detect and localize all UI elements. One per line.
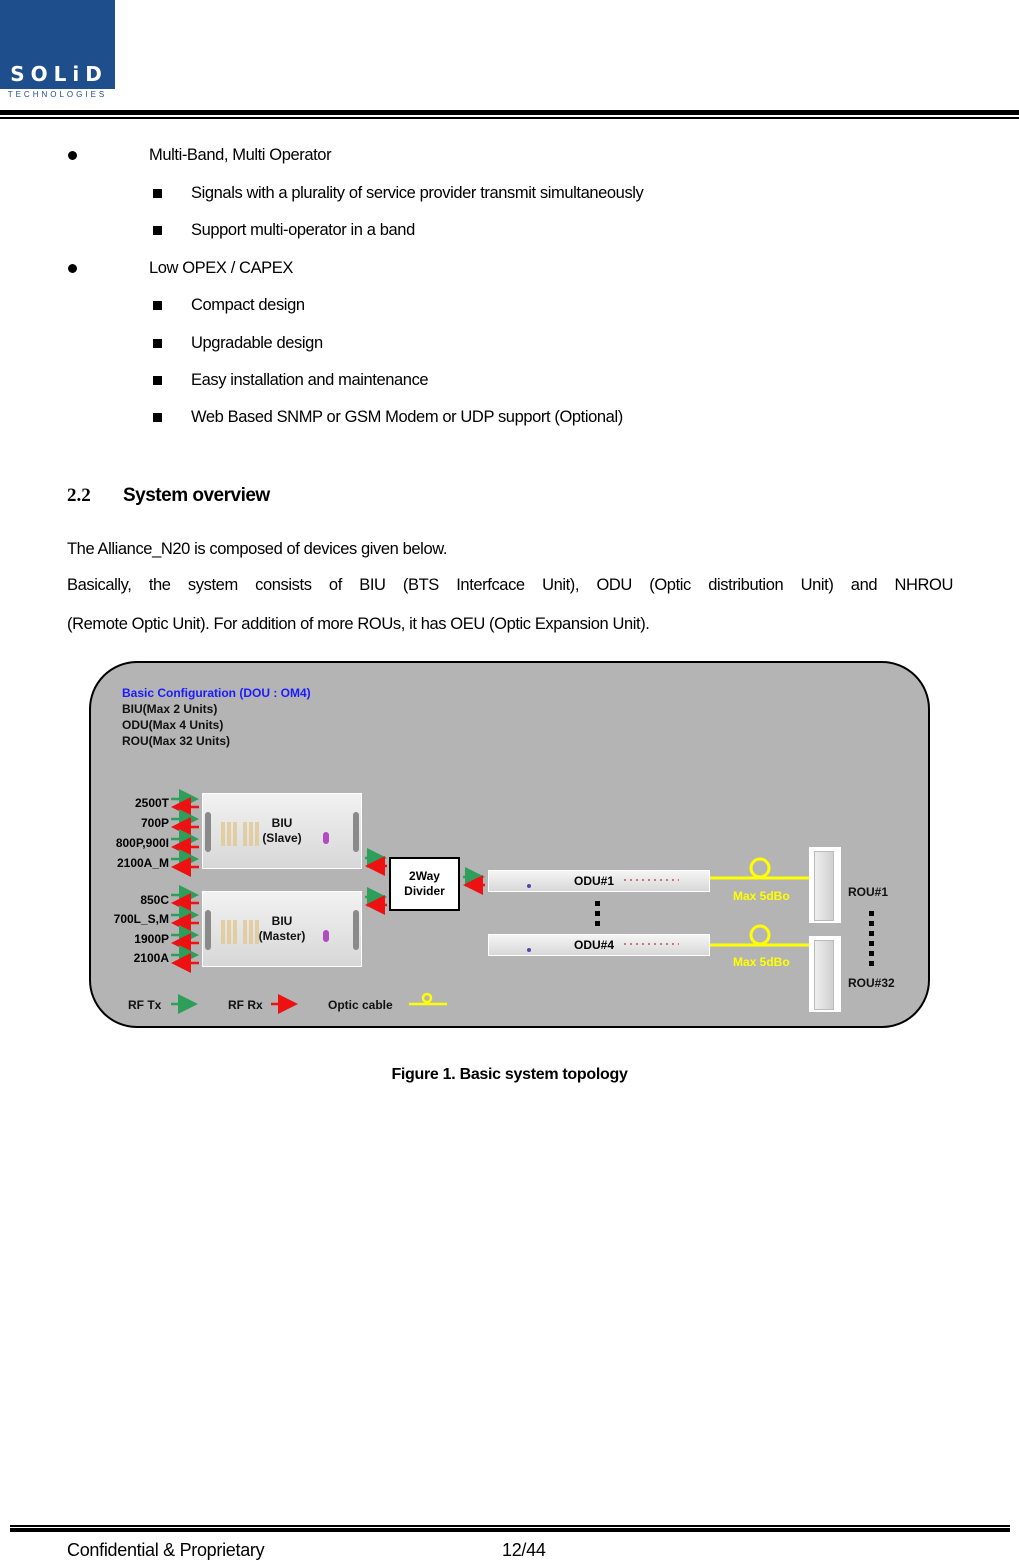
bullet-square-icon: [153, 376, 162, 385]
footer-rule-thin: [10, 1525, 1010, 1527]
feature-sublabel: Signals with a plurality of service prov…: [191, 184, 644, 202]
feature-subitem: Easy installation and maintenance: [153, 371, 429, 390]
odu-label: ODU#4: [574, 938, 615, 952]
bullet-dot-icon: [68, 151, 77, 160]
biu-label-line: (Master): [258, 929, 306, 943]
section-heading: 2.2 System overview: [67, 485, 270, 507]
divider-label-line: Divider: [404, 884, 445, 898]
optic-coil-icon: [749, 857, 771, 879]
rou-unit: [809, 847, 841, 923]
rou-unit: [809, 936, 841, 1012]
legend-rx-label: RF Rx: [228, 998, 263, 1012]
paragraph: (Remote Optic Unit). For addition of mor…: [67, 615, 650, 633]
section-title: System overview: [123, 485, 270, 506]
feature-label: Low OPEX / CAPEX: [149, 259, 293, 277]
bullet-square-icon: [153, 413, 162, 422]
biu-slave-unit: BIU (Slave): [202, 793, 362, 869]
feature-subitem: Upgradable design: [153, 334, 323, 353]
legend-optic-label: Optic cable: [328, 998, 393, 1012]
bullet-dot-icon: [68, 264, 77, 273]
topology-diagram: Basic Configuration (DOU : OM4) BIU(Max …: [89, 661, 930, 1028]
biu-label-line: BIU: [271, 914, 293, 928]
footer-confidential: Confidential & Proprietary: [67, 1540, 265, 1560]
optic-budget-label: Max 5dBo: [733, 889, 790, 903]
feature-item: Multi-Band, Multi Operator: [68, 146, 332, 165]
feature-sublabel: Web Based SNMP or GSM Modem or UDP suppo…: [191, 408, 623, 426]
header-rule-thin: [0, 117, 1019, 119]
odu-unit: ODU#4: [488, 934, 710, 956]
feature-sublabel: Easy installation and maintenance: [191, 371, 429, 389]
biu-label-line: BIU: [271, 816, 293, 830]
divider-label-line: 2Way: [409, 869, 440, 883]
bullet-square-icon: [153, 226, 162, 235]
feature-item: Low OPEX / CAPEX: [68, 259, 293, 278]
optic-budget-label: Max 5dBo: [733, 955, 790, 969]
rou-label: ROU#32: [848, 976, 895, 990]
biu-label-line: (Slave): [262, 831, 302, 845]
feature-subitem: Web Based SNMP or GSM Modem or UDP suppo…: [153, 408, 623, 427]
biu-slave-label: BIU (Slave): [203, 816, 361, 846]
footer-rule: [10, 1528, 1010, 1532]
logo-wordmark: SOLiD: [10, 62, 108, 86]
logo-subtitle: TECHNOLOGIES: [0, 89, 115, 101]
header-rule: [0, 110, 1019, 115]
optic-coil-icon: [749, 924, 771, 946]
legend-tx-label: RF Tx: [128, 998, 162, 1012]
company-logo: SOLiD TECHNOLOGIES: [0, 0, 115, 101]
bullet-square-icon: [153, 301, 162, 310]
feature-sublabel: Compact design: [191, 296, 305, 314]
legend-optic-coil-icon: [421, 992, 433, 1004]
paragraph: The Alliance_N20 is composed of devices …: [67, 540, 448, 558]
odu-label: ODU#1: [574, 874, 615, 888]
feature-label: Multi-Band, Multi Operator: [149, 146, 332, 164]
two-way-divider: 2Way Divider: [389, 857, 460, 911]
biu-master-unit: BIU (Master): [202, 891, 362, 967]
paragraph: Basically, the system consists of BIU (B…: [67, 576, 953, 594]
biu-master-label: BIU (Master): [203, 914, 361, 944]
feature-subitem: Signals with a plurality of service prov…: [153, 184, 644, 203]
feature-sublabel: Upgradable design: [191, 334, 323, 352]
bullet-square-icon: [153, 189, 162, 198]
feature-subitem: Compact design: [153, 296, 305, 315]
ellipsis-vertical-icon: [595, 901, 600, 926]
rou-label: ROU#1: [848, 885, 889, 899]
feature-sublabel: Support multi-operator in a band: [191, 221, 415, 239]
bullet-square-icon: [153, 339, 162, 348]
ellipsis-vertical-icon: [869, 911, 874, 966]
page-number: 12/44: [502, 1540, 546, 1560]
section-number: 2.2: [67, 485, 91, 506]
odu-unit: ODU#1: [488, 870, 710, 892]
feature-subitem: Support multi-operator in a band: [153, 221, 415, 240]
figure-caption: Figure 1. Basic system topology: [391, 1066, 628, 1083]
